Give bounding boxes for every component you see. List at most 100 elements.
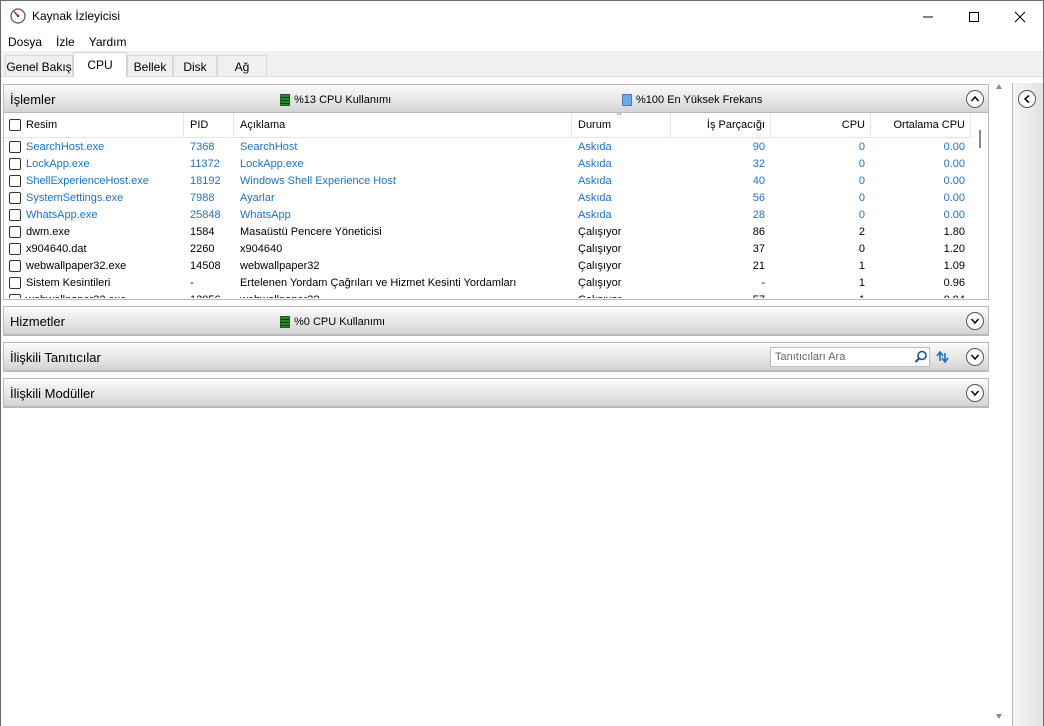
- processes-header[interactable]: İşlemler %13 CPU Kullanımı %100 En Yükse…: [4, 85, 988, 113]
- cell-cpu: 1: [858, 260, 865, 272]
- cell-status: Çalışıyor: [578, 226, 622, 238]
- search-icon[interactable]: [914, 350, 928, 364]
- services-cpu-text: %0 CPU Kullanımı: [294, 316, 386, 328]
- cell-cpu: 1: [858, 277, 865, 289]
- cell-average-cpu: 1.09: [943, 260, 965, 272]
- services-cpu-swatch: [280, 316, 290, 328]
- row-checkbox[interactable]: [9, 277, 21, 289]
- cell-average-cpu: 0.00: [943, 209, 965, 221]
- column-average-cpu[interactable]: Ortalama CPU: [871, 113, 971, 138]
- cell-status: Askıda: [578, 209, 612, 221]
- chevron-down-icon: [970, 318, 980, 325]
- select-all-checkbox[interactable]: [9, 119, 21, 131]
- cell-threads: 21: [752, 260, 765, 272]
- services-expand-button[interactable]: [966, 312, 984, 330]
- table-row[interactable]: webwallpaper32.exe 13056 webwallpaper32 Çal…: [4, 292, 974, 298]
- tab-cpu[interactable]: CPU: [73, 52, 127, 77]
- tab-network[interactable]: Ağ: [217, 55, 267, 76]
- row-checkbox[interactable]: [9, 192, 21, 204]
- handles-expand-button[interactable]: [966, 348, 984, 366]
- row-checkbox[interactable]: [9, 294, 21, 298]
- modules-title: İlişkili Modüller: [10, 386, 95, 401]
- row-checkbox[interactable]: [9, 158, 21, 170]
- resource-monitor-app-icon: [10, 8, 26, 24]
- maximize-button[interactable]: [951, 1, 997, 32]
- row-checkbox[interactable]: [9, 141, 21, 153]
- cell-cpu: 0: [858, 209, 865, 221]
- cell-average-cpu: 0.00: [943, 192, 965, 204]
- row-checkbox[interactable]: [9, 175, 21, 187]
- cell-cpu: 0: [858, 243, 865, 255]
- cpu-usage-swatch: [280, 94, 290, 106]
- processes-scroll-thumb[interactable]: [979, 130, 981, 148]
- cell-status: Çalışıyor: [578, 277, 622, 289]
- cell-image: dwm.exe: [26, 226, 71, 238]
- column-image[interactable]: Resim: [4, 113, 184, 138]
- graph-side-panel: [1012, 83, 1043, 726]
- table-row[interactable]: ShellExperienceHost.exe 18192 Windows Shel…: [4, 173, 974, 190]
- row-checkbox[interactable]: [9, 209, 21, 221]
- menu-monitor[interactable]: İzle: [49, 32, 82, 51]
- menu-help[interactable]: Yardım: [82, 32, 134, 51]
- handles-section: İlişkili Tanıtıcılar Tanıtıcıları Ara: [3, 342, 989, 372]
- close-button[interactable]: [997, 1, 1043, 32]
- handles-search-input[interactable]: Tanıtıcıları Ara: [770, 347, 930, 367]
- cell-pid: 25848: [190, 209, 221, 221]
- column-description[interactable]: Açıklama: [234, 113, 572, 138]
- cell-status: Çalışıyor: [578, 260, 622, 272]
- cell-image: webwallpaper32.exe: [26, 260, 127, 272]
- max-frequency-swatch: [622, 94, 632, 106]
- cell-image: webwallpaper32.exe: [26, 294, 182, 298]
- row-checkbox[interactable]: [9, 243, 21, 255]
- table-row[interactable]: WhatsApp.exe 25848 WhatsApp Askıda 28 0 0.00: [4, 207, 974, 224]
- processes-scrollbar[interactable]: [972, 113, 988, 298]
- modules-expand-button[interactable]: [966, 384, 984, 402]
- services-cpu-indicator: %0 CPU Kullanımı: [280, 316, 385, 328]
- column-cpu[interactable]: CPU: [771, 113, 871, 138]
- scroll-up-arrow-icon[interactable]: [995, 83, 1003, 91]
- cell-threads: 86: [752, 226, 765, 238]
- row-checkbox[interactable]: [9, 260, 21, 272]
- table-row[interactable]: SearchHost.exe 7368 SearchHost Askıda 90 0 0.0…: [4, 139, 974, 156]
- cell-pid: 2260: [190, 243, 215, 255]
- table-row[interactable]: x904640.dat 2260 x904640 Çalışıyor 37 0 1.20: [4, 241, 974, 258]
- handles-header[interactable]: İlişkili Tanıtıcılar Tanıtıcıları Ara: [4, 343, 988, 371]
- cell-image: x904640.dat: [26, 243, 87, 255]
- table-row[interactable]: Sistem Kesintileri - Ertelenen Yordam Çağr…: [4, 275, 974, 292]
- tab-disk[interactable]: Disk: [173, 55, 217, 76]
- refresh-search-icon[interactable]: [934, 349, 950, 365]
- expand-graphs-button[interactable]: [1018, 90, 1036, 108]
- cell-cpu: 0: [858, 158, 865, 170]
- column-status[interactable]: ^ Durum: [572, 113, 671, 138]
- table-row[interactable]: dwm.exe 1584 Masaüstü Pencere Yöneticisi Ça…: [4, 224, 974, 241]
- scroll-down-arrow-icon[interactable]: [995, 712, 1003, 720]
- tab-overview[interactable]: Genel Bakış: [5, 55, 73, 76]
- processes-collapse-button[interactable]: [966, 90, 984, 108]
- table-row[interactable]: SystemSettings.exe 7988 Ayarlar Askıda 56 0 0.…: [4, 190, 974, 207]
- modules-section: İlişkili Modüller: [3, 378, 989, 408]
- column-pid[interactable]: PID: [184, 113, 234, 138]
- tab-memory[interactable]: Bellek: [127, 55, 173, 76]
- modules-header[interactable]: İlişkili Modüller: [4, 379, 988, 407]
- table-row[interactable]: webwallpaper32.exe 14508 webwallpaper32 Çal…: [4, 258, 974, 275]
- main-scrollbar[interactable]: [991, 78, 1007, 726]
- table-row[interactable]: LockApp.exe 11372 LockApp.exe Askıda 32 0 0.00: [4, 156, 974, 173]
- chevron-left-icon: [1023, 94, 1030, 104]
- row-checkbox[interactable]: [9, 226, 21, 238]
- cell-threads: -: [761, 277, 765, 289]
- cell-pid: 7988: [190, 192, 215, 204]
- column-threads[interactable]: İş Parçacığı: [671, 113, 771, 138]
- cell-cpu: 2: [858, 226, 865, 238]
- cell-image: LockApp.exe: [26, 158, 90, 170]
- cell-threads: 57: [671, 294, 765, 298]
- cpu-usage-text: %13 CPU Kullanımı: [294, 94, 392, 106]
- cell-image: ShellExperienceHost.exe: [26, 175, 149, 187]
- cell-status: Çalışıyor: [578, 294, 670, 298]
- minimize-button[interactable]: [905, 1, 951, 32]
- cell-cpu: 0: [858, 175, 865, 187]
- cell-description: Windows Shell Experience Host: [240, 175, 396, 187]
- services-header[interactable]: Hizmetler %0 CPU Kullanımı: [4, 307, 988, 335]
- menu-file[interactable]: Dosya: [1, 32, 49, 51]
- processes-title: İşlemler: [10, 92, 56, 107]
- cell-pid: 11372: [190, 158, 220, 170]
